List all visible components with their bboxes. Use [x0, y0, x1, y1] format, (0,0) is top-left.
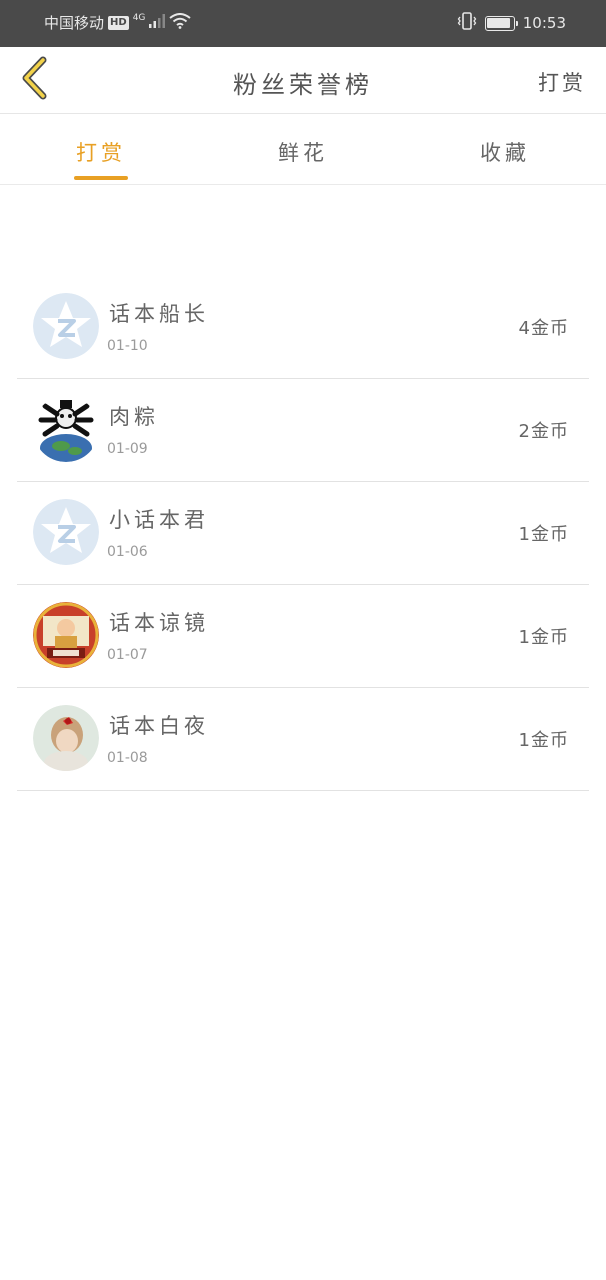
tab-bar: 打赏 鲜花 收藏 [0, 115, 606, 185]
tab-label: 打赏 [76, 141, 126, 165]
status-bar: 中国移动 HD 4G 10:53 [0, 0, 606, 47]
wifi-icon [169, 12, 192, 33]
network-badge: 4G [132, 12, 146, 23]
status-left: 中国移动 HD 4G [44, 12, 192, 33]
fan-list: 话本船长 01-10 4金币 肉粽 01-09 2金币 小话本君 01-06 1… [17, 276, 589, 791]
fan-date: 01-08 [107, 750, 148, 766]
tab-label: 收藏 [480, 141, 530, 165]
fan-name: 话本白夜 [109, 714, 209, 738]
fan-name: 肉粽 [109, 405, 159, 429]
tab-reward[interactable]: 打赏 [0, 115, 202, 184]
fan-name: 小话本君 [109, 508, 209, 532]
tab-flowers[interactable]: 鲜花 [202, 115, 404, 184]
fan-name: 话本船长 [109, 302, 209, 326]
list-item[interactable]: 话本船长 01-10 4金币 [17, 276, 589, 379]
default-star-avatar [33, 499, 99, 565]
list-item[interactable]: 肉粽 01-09 2金币 [17, 379, 589, 482]
panda-meme-avatar [33, 396, 99, 462]
signal-icon [149, 13, 166, 32]
fan-date: 01-06 [107, 544, 148, 560]
cartoon-avatar [33, 602, 99, 668]
carrier-label: 中国移动 [44, 14, 105, 32]
default-star-avatar [33, 293, 99, 359]
fan-amount: 1金币 [518, 524, 569, 545]
status-time: 10:53 [522, 14, 566, 32]
tab-favorites[interactable]: 收藏 [404, 115, 606, 184]
list-item[interactable]: 话本白夜 01-08 1金币 [17, 688, 589, 791]
reward-header-button[interactable]: 打赏 [538, 67, 586, 97]
battery-icon [484, 15, 518, 31]
fan-amount: 2金币 [518, 421, 569, 442]
girl-photo-avatar [33, 705, 99, 771]
list-item[interactable]: 话本谅镜 01-07 1金币 [17, 585, 589, 688]
fan-name: 话本谅镜 [109, 611, 209, 635]
fan-amount: 4金币 [518, 318, 569, 339]
fan-date: 01-07 [107, 647, 148, 663]
fan-amount: 1金币 [518, 730, 569, 751]
status-right: 10:53 [457, 12, 566, 34]
list-item[interactable]: 小话本君 01-06 1金币 [17, 482, 589, 585]
fan-amount: 1金币 [518, 627, 569, 648]
hd-badge: HD [108, 15, 129, 30]
fan-date: 01-10 [107, 338, 148, 354]
active-tab-indicator [74, 176, 128, 180]
page-title: 粉丝荣誉榜 [233, 71, 373, 99]
tab-label: 鲜花 [278, 141, 328, 165]
vibrate-icon [457, 12, 477, 34]
app-header: 粉丝荣誉榜 打赏 [0, 47, 606, 114]
fan-date: 01-09 [107, 441, 148, 457]
